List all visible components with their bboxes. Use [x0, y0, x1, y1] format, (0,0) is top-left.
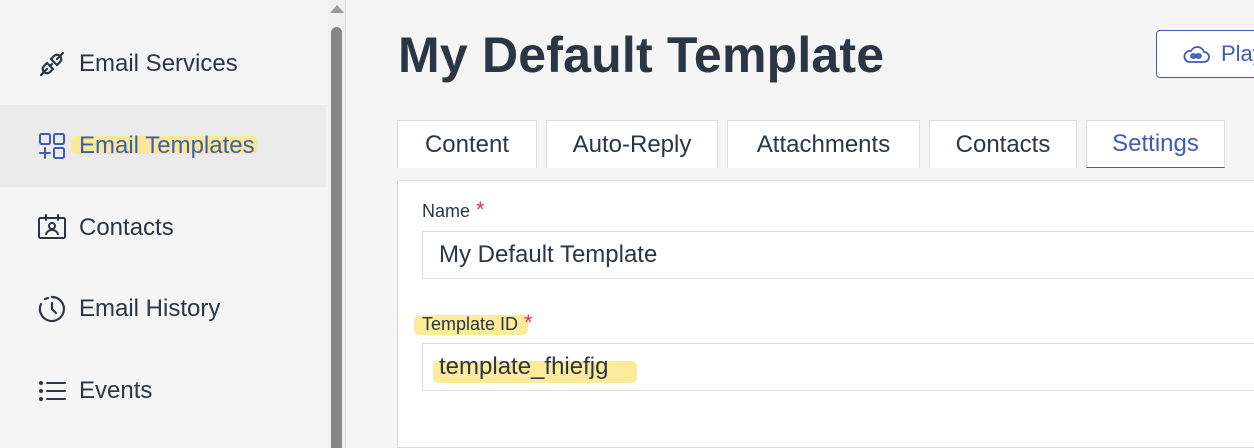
list-icon: [36, 375, 68, 407]
sidebar-item-label: Email Templates: [71, 132, 257, 160]
sidebar-item-email-templates[interactable]: Email Templates: [0, 105, 326, 187]
sidebar-item-label: Email Services: [79, 50, 238, 77]
settings-panel: Name * My Default Template Template ID * …: [397, 180, 1254, 448]
history-clock-icon: [36, 293, 68, 325]
sidebar-item-email-services[interactable]: Email Services: [0, 23, 326, 105]
template-id-input[interactable]: template_fhiefjg: [422, 343, 1254, 391]
sidebar-item-contacts[interactable]: Contacts: [0, 187, 326, 269]
required-asterisk: *: [524, 310, 533, 335]
name-field-label: Name *: [422, 197, 485, 222]
required-asterisk: *: [476, 197, 485, 222]
page-title: My Default Template: [398, 27, 885, 83]
name-input[interactable]: My Default Template: [422, 231, 1254, 279]
plug-icon: [36, 48, 68, 80]
sidebar-item-events[interactable]: Events: [0, 350, 326, 432]
sidebar-scrollbar[interactable]: [328, 0, 345, 448]
sidebar-item-label: Events: [79, 377, 153, 404]
scroll-up-arrow-icon[interactable]: [330, 5, 344, 13]
templates-grid-icon: [36, 130, 68, 162]
sidebar-item-label: Email History: [79, 295, 221, 322]
sidebar: Email Services Email Templates Contacts: [0, 0, 328, 448]
playground-button[interactable]: Play: [1156, 30, 1254, 78]
tab-attachments[interactable]: Attachments: [727, 120, 920, 168]
tab-settings[interactable]: Settings: [1086, 120, 1225, 168]
template-id-field-label: Template ID *: [414, 310, 533, 340]
tab-auto-reply[interactable]: Auto-Reply: [546, 120, 718, 168]
tab-contacts[interactable]: Contacts: [929, 120, 1077, 168]
cloud-link-icon: [1181, 43, 1211, 65]
main-content: My Default Template Play Content Auto-Re…: [346, 0, 1254, 448]
contact-card-icon: [36, 212, 68, 244]
tab-content[interactable]: Content: [397, 120, 537, 168]
sidebar-item-email-history[interactable]: Email History: [0, 268, 326, 350]
playground-button-label: Play: [1221, 41, 1254, 66]
scrollbar-thumb[interactable]: [331, 27, 342, 448]
sidebar-item-label: Contacts: [79, 214, 174, 241]
